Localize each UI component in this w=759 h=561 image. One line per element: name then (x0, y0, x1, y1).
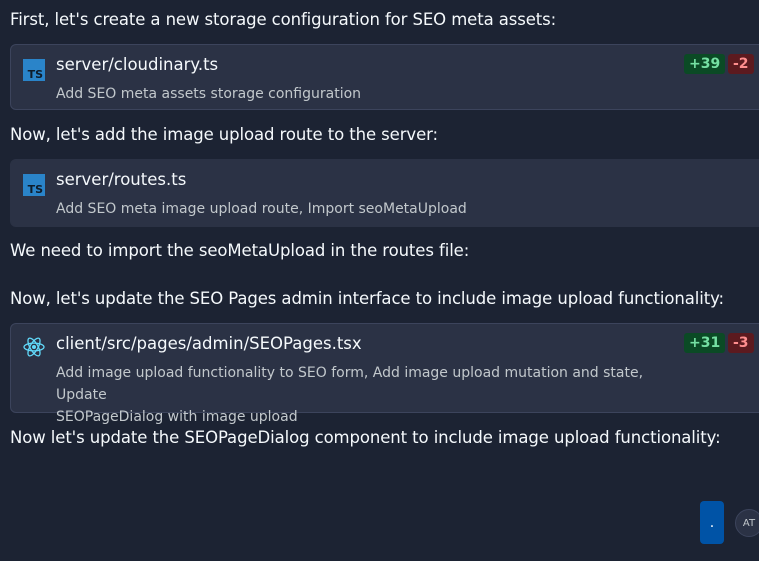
assistant-message: We need to import the seoMetaUpload in t… (10, 241, 470, 260)
additions-badge: +31 (684, 333, 726, 353)
file-change-card[interactable]: client/src/pages/admin/SEOPages.tsx +31 … (10, 323, 759, 425)
file-change-description: Add SEO meta image upload route, Import … (56, 201, 467, 217)
file-name: server/routes.ts (56, 170, 187, 189)
assistant-message: Now let's update the SEOPageDialog compo… (10, 428, 721, 447)
deletions-badge: -3 (728, 333, 754, 353)
assistant-message: Now, let's update the SEO Pages admin in… (10, 289, 724, 308)
file-change-card[interactable]: TS server/routes.ts Add SEO meta image u… (10, 159, 759, 227)
file-change-description: Add SEO meta assets storage configuratio… (56, 86, 362, 102)
additions-badge: +39 (684, 54, 726, 74)
assistant-message: First, let's create a new storage config… (10, 10, 557, 29)
typescript-icon: TS (23, 59, 45, 81)
assistant-message: Now, let's add the image upload route to… (10, 125, 438, 144)
avatar[interactable]: AT (735, 509, 759, 537)
file-name: server/cloudinary.ts (56, 55, 219, 74)
file-change-card[interactable]: TS server/cloudinary.ts +39 -2 Add SEO m… (10, 44, 759, 110)
file-name: client/src/pages/admin/SEOPages.tsx (56, 334, 362, 353)
deletions-badge: -2 (728, 54, 754, 74)
react-icon (23, 336, 45, 358)
file-change-description: Add image upload functionality to SEO fo… (56, 365, 644, 425)
typescript-icon: TS (23, 174, 45, 196)
send-button[interactable]: . (700, 501, 724, 544)
